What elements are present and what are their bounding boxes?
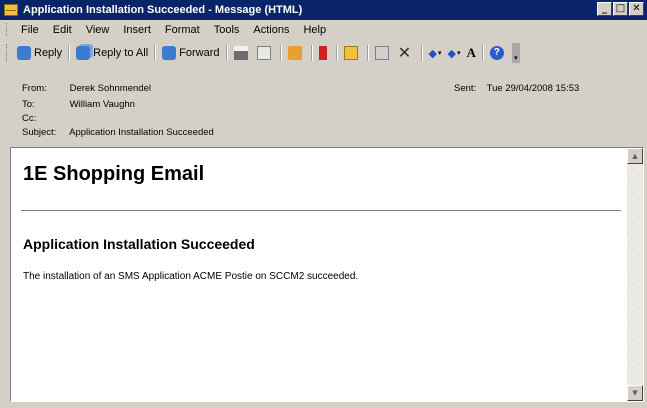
maximize-button[interactable]: □ (613, 2, 628, 16)
folder-button[interactable] (341, 43, 364, 63)
folder-icon (343, 46, 358, 60)
subject-row: Subject: Application Installation Succee… (22, 127, 214, 138)
down-arrow-icon: ◆ (447, 46, 456, 60)
to-value[interactable]: William Vaughn (70, 99, 135, 110)
font-size-icon: A (466, 45, 476, 60)
next-item-button[interactable]: ◆ ▾ (444, 43, 463, 63)
vertical-scrollbar[interactable]: ▲ ▼ (627, 148, 643, 401)
sent-value: Tue 29/04/2008 15:53 (486, 83, 580, 94)
menu-format[interactable]: Format (158, 24, 207, 36)
menu-grip-handle[interactable] (6, 23, 10, 36)
delete-icon: ✕ (397, 43, 412, 62)
to-label: To: (22, 99, 35, 110)
copy-button[interactable] (254, 43, 277, 63)
menu-view[interactable]: View (79, 24, 117, 36)
title-bar[interactable]: Application Installation Succeeded - Mes… (0, 0, 647, 20)
chevron-down-icon: ▾ (437, 49, 442, 57)
menu-help[interactable]: Help (296, 24, 333, 36)
forward-button[interactable]: Forward (159, 43, 222, 63)
message-body-frame: 1E Shopping Email Application Installati… (10, 147, 644, 402)
standard-toolbar: Reply Reply to All Forward ✕ ◆ ▾ ◆ ▾ A ?… (0, 40, 620, 66)
reply-label: Reply (34, 47, 63, 59)
close-button[interactable]: ✕ (629, 2, 644, 16)
move-icon (287, 46, 302, 60)
menu-tools[interactable]: Tools (207, 24, 247, 36)
minimize-button[interactable]: _ (597, 2, 612, 16)
message-title: 1E Shopping Email (23, 163, 205, 185)
scroll-down-button[interactable]: ▼ (627, 385, 643, 401)
from-label: From: (22, 83, 47, 94)
move-button[interactable] (285, 43, 308, 63)
flag-icon (318, 46, 327, 60)
flag-button[interactable] (316, 43, 333, 63)
forward-label: Forward (179, 47, 220, 59)
font-size-button[interactable]: A (463, 43, 478, 63)
divider (21, 210, 621, 211)
to-row: To: William Vaughn (22, 99, 135, 110)
toolbar-separator (335, 45, 338, 61)
menu-actions[interactable]: Actions (246, 24, 296, 36)
toolbar-options-button[interactable]: ▾ (511, 43, 520, 63)
toolbar-separator (154, 45, 157, 61)
reply-all-label: Reply to All (93, 47, 149, 59)
from-row: From: Derek Sohnmendel (22, 83, 151, 94)
toolbar-separator (420, 45, 423, 61)
cc-row: Cc: (22, 113, 67, 124)
menu-file[interactable]: File (14, 24, 46, 36)
help-button[interactable]: ? (487, 43, 510, 63)
message-heading: Application Installation Succeeded (23, 236, 255, 252)
print-button[interactable] (231, 43, 254, 63)
toolbar-separator (310, 45, 313, 61)
menu-bar: File Edit View Insert Format Tools Actio… (0, 20, 647, 39)
cc-label: Cc: (22, 113, 37, 124)
subject-label: Subject: (22, 127, 57, 138)
forward-icon (162, 46, 177, 60)
delete-button[interactable]: ✕ (395, 43, 418, 63)
scroll-up-button[interactable]: ▲ (627, 148, 643, 164)
rules-icon (374, 46, 389, 60)
reply-icon (17, 46, 31, 60)
copy-icon (256, 46, 271, 60)
reply-all-button[interactable]: Reply to All (73, 43, 151, 63)
message-body[interactable]: 1E Shopping Email Application Installati… (11, 148, 628, 401)
scroll-track[interactable] (627, 164, 643, 385)
reply-all-icon (76, 46, 91, 60)
toolbar-separator (366, 45, 369, 61)
rules-button[interactable] (372, 43, 395, 63)
previous-item-button[interactable]: ◆ ▾ (426, 43, 445, 63)
toolbar-grip-handle[interactable] (6, 44, 10, 62)
menu-edit[interactable]: Edit (46, 24, 79, 36)
message-header: From: Derek Sohnmendel To: William Vaugh… (0, 68, 647, 142)
toolbar-separator (279, 45, 282, 61)
window-title: Application Installation Succeeded - Mes… (23, 4, 303, 16)
sent-label: Sent: (454, 83, 477, 94)
from-value[interactable]: Derek Sohnmendel (70, 83, 151, 94)
message-text: The installation of an SMS Application A… (23, 271, 359, 282)
help-icon: ? (489, 46, 504, 60)
up-arrow-icon: ◆ (428, 46, 437, 60)
sent-row: Sent: Tue 29/04/2008 15:53 (454, 83, 579, 94)
subject-value: Application Installation Succeeded (69, 127, 214, 138)
menu-insert[interactable]: Insert (116, 24, 158, 36)
toolbar-separator (225, 45, 228, 61)
print-icon (233, 46, 248, 60)
envelope-icon (4, 4, 18, 16)
chevron-down-icon: ▾ (456, 49, 461, 57)
toolbar-separator (68, 45, 71, 61)
window-controls: _ □ ✕ (597, 2, 644, 16)
toolbar-separator (481, 45, 484, 61)
reply-button[interactable]: Reply (14, 43, 65, 63)
